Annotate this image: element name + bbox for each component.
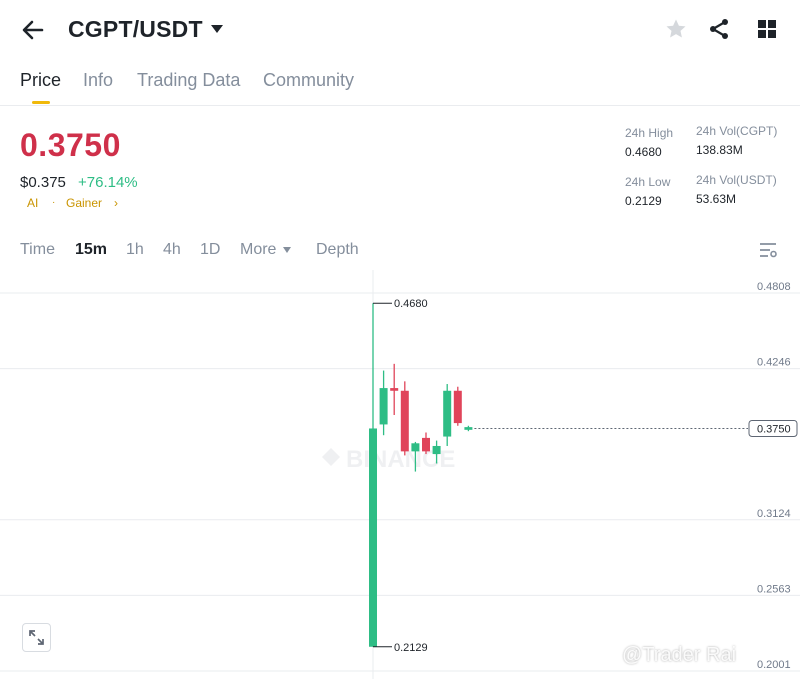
high-label: 24h High	[625, 126, 674, 140]
low-label: 24h Low	[625, 175, 671, 189]
interval-15m[interactable]: 15m	[75, 241, 107, 259]
tag-separator: ·	[52, 197, 56, 208]
interval-time[interactable]: Time	[20, 241, 55, 259]
vol-quote-label: 24h Vol(USDT)	[696, 173, 777, 187]
high-marker-label: 0.4680	[394, 298, 428, 310]
tab-community[interactable]: Community	[263, 70, 354, 91]
tab-info[interactable]: Info	[83, 70, 113, 91]
candle-body	[369, 428, 377, 647]
y-tick-label: 0.2001	[757, 659, 791, 671]
back-arrow-icon[interactable]	[20, 17, 46, 43]
pair-title[interactable]: CGPT/USDT	[68, 16, 203, 43]
candle-body	[422, 437, 430, 452]
candle-body	[390, 388, 399, 391]
share-icon[interactable]	[707, 17, 731, 41]
interval-1d[interactable]: 1D	[200, 241, 220, 259]
candle-body	[379, 388, 388, 425]
last-price: 0.3750	[20, 127, 121, 163]
watermark-text: @Trader Rai	[622, 644, 737, 666]
candle-body	[443, 390, 452, 437]
candlestick-chart[interactable]: 0.48080.42460.31240.25630.2001 BINANCE 0…	[0, 270, 800, 679]
interval-4h[interactable]: 4h	[163, 241, 181, 259]
usd-price: $0.375	[20, 174, 66, 191]
vol-quote-value: 53.63M	[696, 192, 737, 206]
star-icon[interactable]	[664, 17, 688, 41]
grid-icon[interactable]	[755, 17, 779, 41]
vol-base-value: 138.83M	[696, 143, 743, 157]
more-caret-icon[interactable]	[282, 245, 292, 255]
expand-chart-button[interactable]	[22, 623, 51, 652]
caret-down-icon[interactable]	[210, 22, 224, 36]
tab-price[interactable]: Price	[20, 70, 61, 91]
last-price-label: 0.3750	[757, 423, 791, 435]
tag-ai[interactable]: AI	[27, 196, 38, 210]
interval-depth[interactable]: Depth	[316, 241, 359, 259]
high-value: 0.4680	[625, 145, 662, 159]
interval-1h[interactable]: 1h	[126, 241, 144, 259]
active-tab-indicator	[32, 101, 50, 104]
candle-body	[464, 427, 473, 430]
y-tick-label: 0.4246	[757, 357, 791, 369]
tag-gainer[interactable]: Gainer	[66, 196, 102, 210]
chevron-right-icon[interactable]: ›	[114, 196, 118, 210]
vol-base-label: 24h Vol(CGPT)	[696, 124, 778, 138]
candle-body	[411, 443, 420, 452]
candle-body	[400, 390, 409, 452]
price-change-percent: +76.14%	[78, 174, 138, 191]
candle-body	[432, 445, 441, 455]
interval-more[interactable]: More	[240, 241, 276, 259]
y-tick-label: 0.4808	[757, 281, 791, 293]
candle-body	[453, 390, 462, 424]
low-marker-label: 0.2129	[394, 642, 428, 654]
chart-settings-icon[interactable]	[759, 241, 777, 259]
y-tick-label: 0.3124	[757, 508, 791, 520]
low-value: 0.2129	[625, 194, 662, 208]
tabs-divider	[0, 105, 800, 106]
y-tick-label: 0.2563	[757, 583, 791, 595]
tab-trading-data[interactable]: Trading Data	[137, 70, 240, 91]
expand-icon	[29, 630, 44, 645]
